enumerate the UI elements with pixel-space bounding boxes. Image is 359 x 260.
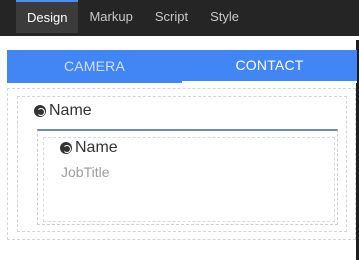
link-icon [34, 105, 46, 117]
job-title-label[interactable]: JobTitle [61, 164, 110, 180]
tab-style[interactable]: Style [199, 0, 250, 33]
editor-tabs: Design Markup Script Style [16, 0, 250, 33]
name-label: Name [49, 102, 92, 119]
link-icon [60, 142, 72, 154]
name-field-row[interactable]: Name [34, 100, 92, 122]
segmented-control: CAMERA CONTACT [7, 50, 357, 83]
segment-contact[interactable]: CONTACT [182, 50, 357, 83]
segment-camera[interactable]: CAMERA [7, 50, 182, 83]
editor-toolbar: Design Markup Script Style [0, 0, 359, 36]
toolbar-gap [0, 36, 359, 44]
tab-design[interactable]: Design [16, 0, 79, 33]
tab-script[interactable]: Script [144, 0, 199, 33]
card-name-label: Name [75, 139, 118, 156]
card-name-field-row[interactable]: Name [60, 137, 118, 159]
tab-markup[interactable]: Markup [78, 0, 143, 33]
